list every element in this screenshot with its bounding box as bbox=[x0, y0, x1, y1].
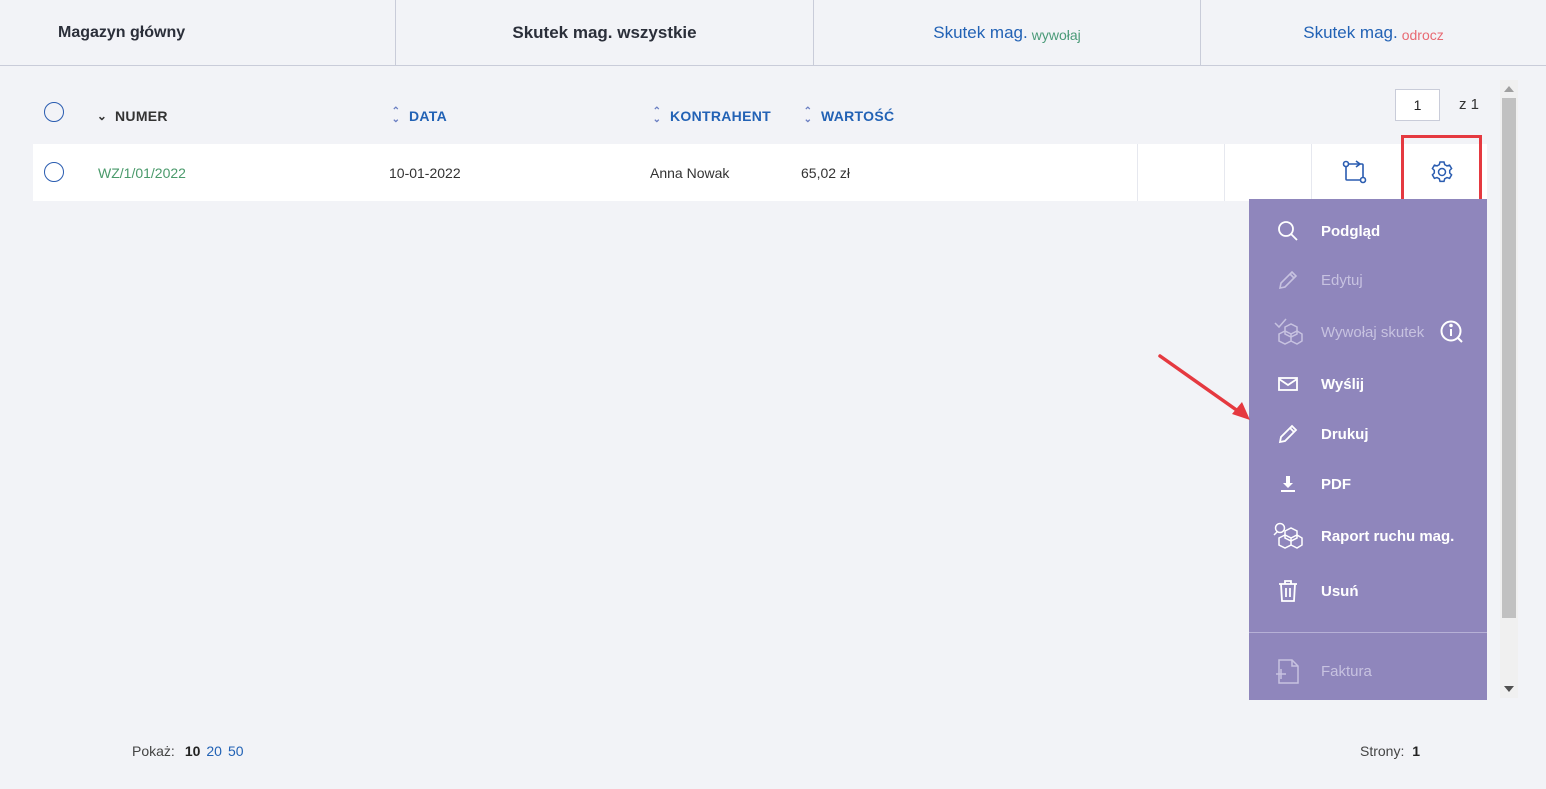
sort-icon: ⌃ ⌄ bbox=[803, 106, 813, 125]
search-icon bbox=[1273, 216, 1303, 246]
column-header-wartosc[interactable]: ⌃ ⌄ WARTOŚĆ bbox=[802, 106, 895, 125]
menu-item-usun[interactable]: Usuń bbox=[1249, 571, 1487, 611]
column-divider bbox=[1311, 144, 1312, 201]
cell-date: 10-01-2022 bbox=[389, 164, 461, 181]
column-header-kontrahent[interactable]: ⌃ ⌄ KONTRAHENT bbox=[651, 106, 771, 125]
boxes-check-icon bbox=[1273, 317, 1303, 347]
menu-item-label: Wywołaj skutek bbox=[1321, 323, 1425, 341]
document-number-link[interactable]: WZ/1/01/2022 bbox=[98, 144, 186, 201]
column-header-label: KONTRAHENT bbox=[670, 108, 771, 124]
menu-item-label: PDF bbox=[1321, 475, 1351, 493]
red-arrow-annotation bbox=[1150, 350, 1270, 435]
menu-item-label: Faktura bbox=[1321, 662, 1372, 680]
menu-item-label: Usuń bbox=[1321, 582, 1359, 600]
menu-item-faktura[interactable]: Faktura bbox=[1249, 651, 1487, 691]
tab-magazyn-glowny[interactable]: Magazyn główny bbox=[0, 0, 396, 66]
boxes-search-icon bbox=[1273, 521, 1303, 551]
menu-item-pdf[interactable]: PDF bbox=[1249, 464, 1487, 504]
download-icon bbox=[1273, 469, 1303, 499]
pages-info: Strony: 1 bbox=[1360, 743, 1420, 759]
menu-item-label: Drukuj bbox=[1321, 425, 1369, 443]
tab-skutek-odrocz[interactable]: Skutek mag. odrocz bbox=[1201, 0, 1546, 66]
row-select-radio[interactable] bbox=[44, 162, 64, 182]
tab-sublabel: wywołaj bbox=[1031, 26, 1081, 43]
pencil-icon bbox=[1273, 419, 1303, 449]
column-header-data[interactable]: ⌃ ⌄ DATA bbox=[390, 106, 448, 125]
menu-item-drukuj[interactable]: Drukuj bbox=[1249, 414, 1487, 454]
scroll-up-arrow-icon[interactable] bbox=[1504, 86, 1514, 92]
page-size-option[interactable]: 50 bbox=[228, 743, 244, 759]
menu-item-label: Edytuj bbox=[1321, 271, 1363, 289]
pages-label: Strony: bbox=[1360, 743, 1405, 759]
show-label: Pokaż: bbox=[132, 743, 175, 759]
column-divider bbox=[1137, 144, 1138, 201]
menu-item-label: Wyślij bbox=[1321, 375, 1365, 393]
menu-item-wywolaj-skutek[interactable]: Wywołaj skutek bbox=[1249, 312, 1487, 352]
menu-item-edytuj[interactable]: Edytuj bbox=[1249, 260, 1487, 300]
envelope-icon bbox=[1273, 369, 1303, 399]
column-header-label: WARTOŚĆ bbox=[821, 108, 895, 124]
tab-skutek-wszystkie[interactable]: Skutek mag. wszystkie bbox=[396, 0, 814, 66]
actions-menu: Podgląd Edytuj Wywołaj skutek Wyślij Dru… bbox=[1249, 199, 1487, 700]
column-divider bbox=[1224, 144, 1225, 201]
vertical-scrollbar[interactable] bbox=[1500, 80, 1518, 698]
document-add-icon bbox=[1273, 656, 1303, 686]
tab-label: Magazyn główny bbox=[58, 24, 186, 41]
pencil-icon bbox=[1273, 265, 1303, 295]
tab-label: Skutek mag. wszystkie bbox=[512, 23, 697, 42]
page-number-input[interactable]: 1 bbox=[1395, 89, 1440, 121]
table-row[interactable]: WZ/1/01/2022 10-01-2022 Anna Nowak 65,02… bbox=[33, 144, 1487, 201]
column-header-label: DATA bbox=[409, 108, 448, 124]
info-icon[interactable] bbox=[1439, 319, 1465, 350]
trash-icon bbox=[1273, 576, 1303, 606]
page-size-selector: Pokaż: 10 20 50 bbox=[132, 743, 244, 759]
menu-item-label: Podgląd bbox=[1321, 222, 1381, 240]
page-size-option[interactable]: 20 bbox=[206, 743, 222, 759]
column-header-label: NUMER bbox=[115, 108, 168, 124]
scroll-down-arrow-icon[interactable] bbox=[1504, 686, 1514, 692]
view-tabs: Magazyn główny Skutek mag. wszystkie Sku… bbox=[0, 0, 1546, 66]
cell-value: 65,02 zł bbox=[801, 164, 851, 181]
tab-skutek-wywolaj[interactable]: Skutek mag. wywołaj bbox=[814, 0, 1201, 66]
sort-icon: ⌃ ⌄ bbox=[652, 106, 662, 125]
cell-contractor: Anna Nowak bbox=[650, 164, 730, 181]
menu-item-label: Raport ruchu mag. bbox=[1321, 527, 1455, 545]
page-count-label: z 1 bbox=[1459, 96, 1480, 113]
sort-desc-icon: ⌄ bbox=[96, 109, 108, 123]
tab-sublabel: odrocz bbox=[1401, 26, 1444, 43]
menu-item-wyslij[interactable]: Wyślij bbox=[1249, 364, 1487, 404]
convert-icon[interactable] bbox=[1342, 159, 1368, 190]
tab-label: Skutek mag. bbox=[1303, 23, 1398, 42]
scrollbar-thumb[interactable] bbox=[1502, 98, 1516, 618]
column-header-numer[interactable]: ⌄ NUMER bbox=[96, 108, 168, 124]
menu-divider bbox=[1249, 632, 1487, 633]
pages-value[interactable]: 1 bbox=[1412, 743, 1420, 759]
sort-icon: ⌃ ⌄ bbox=[391, 106, 401, 125]
page-size-option-current[interactable]: 10 bbox=[185, 743, 201, 759]
tab-label: Skutek mag. bbox=[933, 23, 1028, 42]
menu-item-raport[interactable]: Raport ruchu mag. bbox=[1249, 516, 1487, 556]
select-all-radio[interactable] bbox=[44, 102, 64, 122]
menu-item-podglad[interactable]: Podgląd bbox=[1249, 211, 1487, 251]
